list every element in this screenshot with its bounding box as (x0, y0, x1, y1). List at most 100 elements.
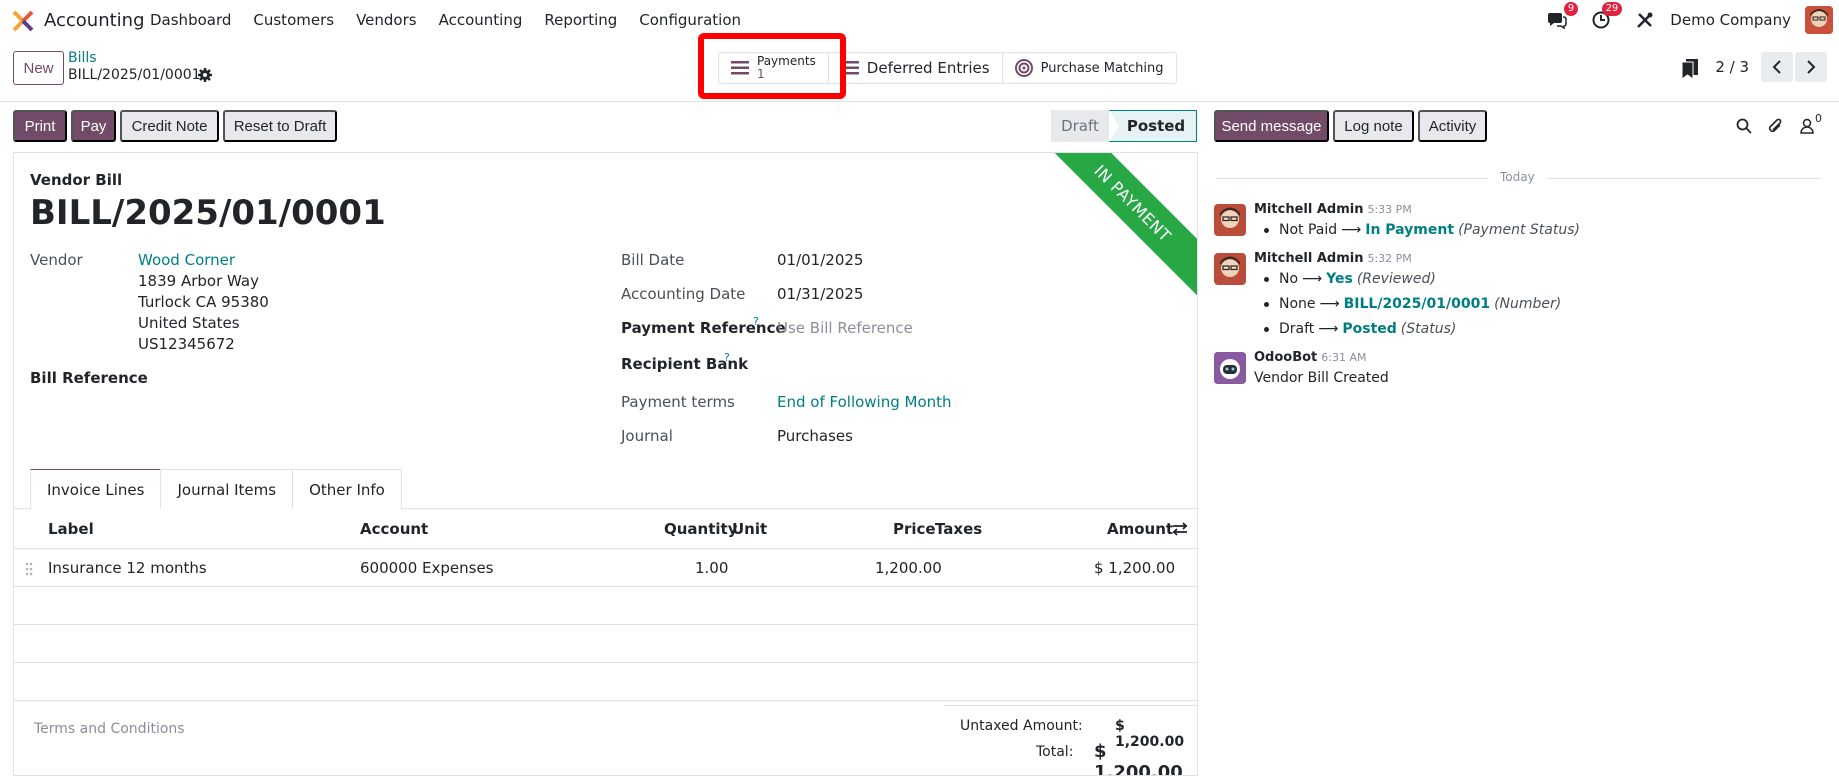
payment-reference-help[interactable]: ? (753, 315, 759, 328)
message-body: Vendor Bill Created (1254, 370, 1389, 386)
bill-reference-label: Bill Reference (30, 369, 148, 387)
bullet (1264, 276, 1269, 282)
payments-smart-button[interactable]: Payments 1 (719, 53, 829, 83)
tab-journal-items[interactable]: Journal Items (160, 469, 294, 509)
activity-button[interactable]: Activity (1418, 110, 1487, 142)
robot-icon (1214, 352, 1246, 384)
payment-terms-field[interactable]: End of Following Month (777, 393, 952, 411)
terms-conditions-field[interactable]: Terms and Conditions (34, 721, 185, 737)
accounting-date-label: Accounting Date (621, 285, 746, 303)
status-draft[interactable]: Draft (1051, 110, 1109, 142)
credit-note-button[interactable]: Credit Note (120, 110, 219, 142)
message-author[interactable]: Mitchell Admin 5:33 PM (1254, 202, 1412, 217)
company-switcher[interactable]: Demo Company (1670, 11, 1791, 29)
bill-date-field[interactable]: 01/01/2025 (777, 251, 863, 269)
vendor-street: 1839 Arbor Way (138, 272, 259, 290)
payment-reference-field[interactable]: Use Bill Reference (777, 319, 913, 337)
field-name: (Reviewed) (1356, 271, 1436, 287)
gear-icon[interactable] (197, 67, 213, 83)
line-amount: $ 1,200.00 (1094, 559, 1176, 577)
accounting-date-field[interactable]: 01/31/2025 (777, 285, 863, 303)
breadcrumb-current: BILL/2025/01/0001 (68, 67, 201, 83)
table-row-empty[interactable] (14, 625, 1197, 663)
main-menu: Dashboard Customers Vendors Accounting R… (150, 11, 763, 29)
message-author[interactable]: Mitchell Admin 5:32 PM (1254, 251, 1412, 266)
new-button[interactable]: New (13, 51, 64, 85)
tab-other-info[interactable]: Other Info (292, 469, 402, 509)
pager-previous-button[interactable] (1761, 52, 1793, 82)
pager-value[interactable]: 2 / 3 (1715, 58, 1749, 76)
breadcrumb-bills[interactable]: Bills (68, 50, 97, 66)
vendor-link[interactable]: Wood Corner (138, 251, 235, 269)
status-posted[interactable]: Posted (1109, 110, 1197, 142)
field-name: (Status) (1400, 321, 1457, 337)
menu-reporting[interactable]: Reporting (544, 11, 617, 29)
message-time: 6:31 AM (1321, 351, 1367, 364)
send-message-button[interactable]: Send message (1214, 110, 1329, 142)
smart-buttons: Payments 1 Deferred Entries Purchase Mat… (718, 52, 1177, 84)
chevron-left-icon (1772, 60, 1781, 74)
paperclip-icon[interactable] (1768, 117, 1784, 135)
message-author-avatar[interactable] (1214, 204, 1246, 236)
menu-accounting[interactable]: Accounting (439, 11, 523, 29)
journal-field[interactable]: Purchases (777, 427, 853, 445)
author-name[interactable]: OdooBot (1254, 350, 1317, 365)
col-amount[interactable]: Amount (1107, 520, 1173, 538)
recipient-bank-help[interactable]: ? (724, 351, 730, 364)
vendor-label: Vendor (30, 251, 83, 269)
menu-customers[interactable]: Customers (253, 11, 334, 29)
author-name[interactable]: Mitchell Admin (1254, 251, 1363, 266)
line-quantity[interactable]: 1.00 (695, 559, 728, 577)
col-account[interactable]: Account (360, 520, 428, 538)
vendor-city: Turlock CA 95380 (138, 293, 269, 311)
table-row-empty[interactable] (14, 587, 1197, 625)
purchase-matching-smart-button[interactable]: Purchase Matching (1003, 53, 1176, 83)
user-avatar[interactable] (1805, 6, 1833, 34)
tracking-value: No ⟶ Yes (Reviewed) (1264, 271, 1436, 287)
message-author-avatar[interactable] (1214, 253, 1246, 285)
menu-dashboard[interactable]: Dashboard (150, 11, 231, 29)
messages-button[interactable]: 9 (1546, 2, 1579, 31)
reset-to-draft-button[interactable]: Reset to Draft (223, 110, 337, 142)
line-price[interactable]: 1,200.00 (875, 559, 942, 577)
document-type: Vendor Bill (30, 171, 123, 189)
pager-next-button[interactable] (1795, 52, 1827, 82)
odoobot-avatar[interactable] (1214, 352, 1246, 384)
chat-icon (1548, 13, 1568, 29)
col-taxes[interactable]: Taxes (935, 520, 982, 538)
followers-icon[interactable] (1800, 118, 1814, 134)
print-button[interactable]: Print (13, 110, 67, 142)
pay-button[interactable]: Pay (71, 110, 116, 142)
new-value: Yes (1326, 271, 1353, 287)
column-settings-icon[interactable] (1172, 522, 1188, 536)
accounting-app-icon[interactable] (12, 10, 34, 32)
table-row-empty[interactable] (14, 663, 1197, 701)
chevron-right-icon (1807, 60, 1816, 74)
col-label[interactable]: Label (48, 520, 94, 538)
line-account[interactable]: 600000 Expenses (360, 559, 494, 577)
col-price[interactable]: Price (893, 520, 936, 538)
menu-configuration[interactable]: Configuration (639, 11, 741, 29)
debug-tools-button[interactable] (1634, 9, 1656, 31)
author-name[interactable]: Mitchell Admin (1254, 202, 1363, 217)
message-author[interactable]: OdooBot 6:31 AM (1254, 350, 1367, 365)
bookmark-icon[interactable] (1681, 59, 1699, 79)
chatter-panel: Send message Log note Activity 0 Today M… (1198, 102, 1839, 776)
deferred-entries-smart-button[interactable]: Deferred Entries (829, 53, 1003, 83)
drag-handle-icon[interactable] (25, 562, 33, 576)
list-icon (840, 61, 859, 75)
table-row[interactable]: Insurance 12 months 600000 Expenses 1.00… (14, 549, 1197, 587)
tab-invoice-lines[interactable]: Invoice Lines (30, 469, 162, 509)
message-time: 5:32 PM (1367, 252, 1412, 265)
col-unit[interactable]: Unit (732, 520, 767, 538)
col-quantity[interactable]: Quantity (664, 520, 738, 538)
activities-badge: 29 (1601, 2, 1623, 16)
app-name[interactable]: Accounting (44, 10, 145, 31)
line-label[interactable]: Insurance 12 months (48, 559, 207, 577)
search-icon[interactable] (1736, 118, 1752, 134)
activities-button[interactable]: 29 (1590, 2, 1623, 31)
field-name: (Number) (1494, 296, 1562, 312)
log-note-button[interactable]: Log note (1333, 110, 1414, 142)
journal-label: Journal (621, 427, 673, 445)
menu-vendors[interactable]: Vendors (356, 11, 417, 29)
